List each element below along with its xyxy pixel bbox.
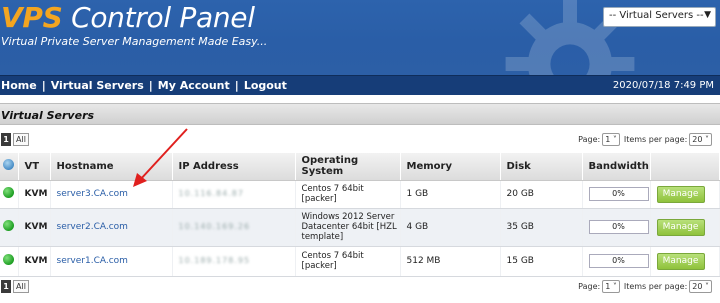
manage-button[interactable]: Manage (656, 218, 705, 236)
nav-my-account[interactable]: My Account (158, 79, 230, 92)
pager-bottom: 1 All Page: 1 ˅ Items per page: 20 ˅ (0, 278, 720, 296)
table-header-row: VT Hostname IP Address Operating System … (0, 153, 720, 181)
ip-address: 10.189.178.95 (178, 256, 251, 265)
page-label: Page: (578, 282, 601, 291)
panel-title: Virtual Servers (0, 103, 720, 125)
vt-kvm: KVM (24, 222, 48, 232)
column-header-disk: Disk (500, 153, 583, 181)
app-logo: VPS Control Panel (1, 1, 255, 34)
page-number-current[interactable]: 1 (1, 133, 11, 146)
status-column-header (0, 153, 19, 181)
ip-address: 10.116.84.87 (178, 189, 244, 198)
nav-home[interactable]: Home (1, 79, 37, 92)
virtual-servers-table: VT Hostname IP Address Operating System … (0, 153, 720, 277)
hostname-link[interactable]: server2.CA.com (57, 222, 128, 232)
vt-kvm: KVM (24, 189, 48, 199)
chevron-down-icon: ▼ (704, 10, 711, 20)
logo-text: Control Panel (62, 1, 255, 34)
table-row: KVM server2.CA.com 10.140.169.26 Windows… (0, 208, 720, 247)
page-select[interactable]: 1 ˅ (602, 280, 620, 293)
ip-address: 10.140.169.26 (178, 222, 251, 231)
status-online-icon (3, 220, 14, 231)
column-header-memory: Memory (400, 153, 501, 181)
bandwidth-meter: 0% (588, 187, 649, 201)
manage-button[interactable]: Manage (656, 252, 705, 270)
nav-separator: | (41, 79, 46, 92)
per-page-select[interactable]: 20 ˅ (689, 280, 712, 293)
app-header: VPS Control Panel Virtual Private Server… (0, 0, 720, 75)
column-header-action (650, 153, 720, 181)
column-header-vt: VT (18, 153, 51, 181)
operating-system: Windows 2012 Server Datacenter 64bit [HZ… (295, 208, 401, 247)
disk: 15 GB (500, 246, 583, 277)
per-page-select[interactable]: 20 ˅ (689, 133, 712, 146)
column-header-bandwidth: Bandwidth (582, 153, 651, 181)
per-page-label: Items per page: (623, 282, 688, 291)
page-label: Page: (578, 135, 601, 144)
disk: 20 GB (500, 180, 583, 209)
virtual-server-select[interactable]: -- Virtual Servers -- ▼ (603, 7, 716, 27)
logo-prefix: VPS (1, 1, 63, 34)
page-all-button[interactable]: All (13, 133, 29, 146)
manage-button[interactable]: Manage (656, 185, 705, 203)
table-row: KVM server3.CA.com 10.116.84.87 Centos 7… (0, 180, 720, 209)
pager-controls: Page: 1 ˅ Items per page: 20 ˅ (578, 133, 716, 146)
nav-virtual-servers[interactable]: Virtual Servers (51, 79, 144, 92)
memory: 1 GB (400, 180, 501, 209)
bandwidth-meter: 0% (588, 220, 649, 234)
memory: 512 MB (400, 246, 501, 277)
nav-logout[interactable]: Logout (244, 79, 287, 92)
pager-controls: Page: 1 ˅ Items per page: 20 ˅ (578, 280, 716, 293)
page-all-button[interactable]: All (13, 280, 29, 293)
nav-separator: | (148, 79, 153, 92)
operating-system: Centos 7 64bit [packer] (295, 246, 401, 277)
memory: 4 GB (400, 208, 501, 247)
operating-system: Centos 7 64bit [packer] (295, 180, 401, 209)
hostname-link[interactable]: server1.CA.com (57, 256, 128, 266)
current-datetime: 2020/07/18 7:49 PM (612, 80, 714, 91)
status-online-icon (3, 254, 14, 265)
virtual-server-select-value: -- Virtual Servers -- (609, 10, 704, 21)
disk: 35 GB (500, 208, 583, 247)
main-nav: Home | Virtual Servers | My Account | Logout 2… (0, 75, 720, 95)
table-row: KVM server1.CA.com 10.189.178.95 Centos … (0, 246, 720, 277)
per-page-label: Items per page: (623, 135, 688, 144)
page-select[interactable]: 1 ˅ (602, 133, 620, 146)
pager-top: 1 All Page: 1 ˅ Items per page: 20 ˅ (0, 131, 720, 149)
column-header-ip: IP Address (172, 153, 296, 181)
status-online-icon (3, 187, 14, 198)
nav-separator: | (234, 79, 239, 92)
app-tagline: Virtual Private Server Management Made E… (1, 35, 268, 48)
page-number-current[interactable]: 1 (1, 280, 11, 293)
bandwidth-meter: 0% (588, 254, 649, 268)
vt-kvm: KVM (24, 256, 48, 266)
column-header-hostname: Hostname (50, 153, 173, 181)
hostname-link[interactable]: server3.CA.com (57, 189, 128, 199)
column-header-os: Operating System (295, 153, 401, 181)
globe-icon (3, 159, 14, 171)
